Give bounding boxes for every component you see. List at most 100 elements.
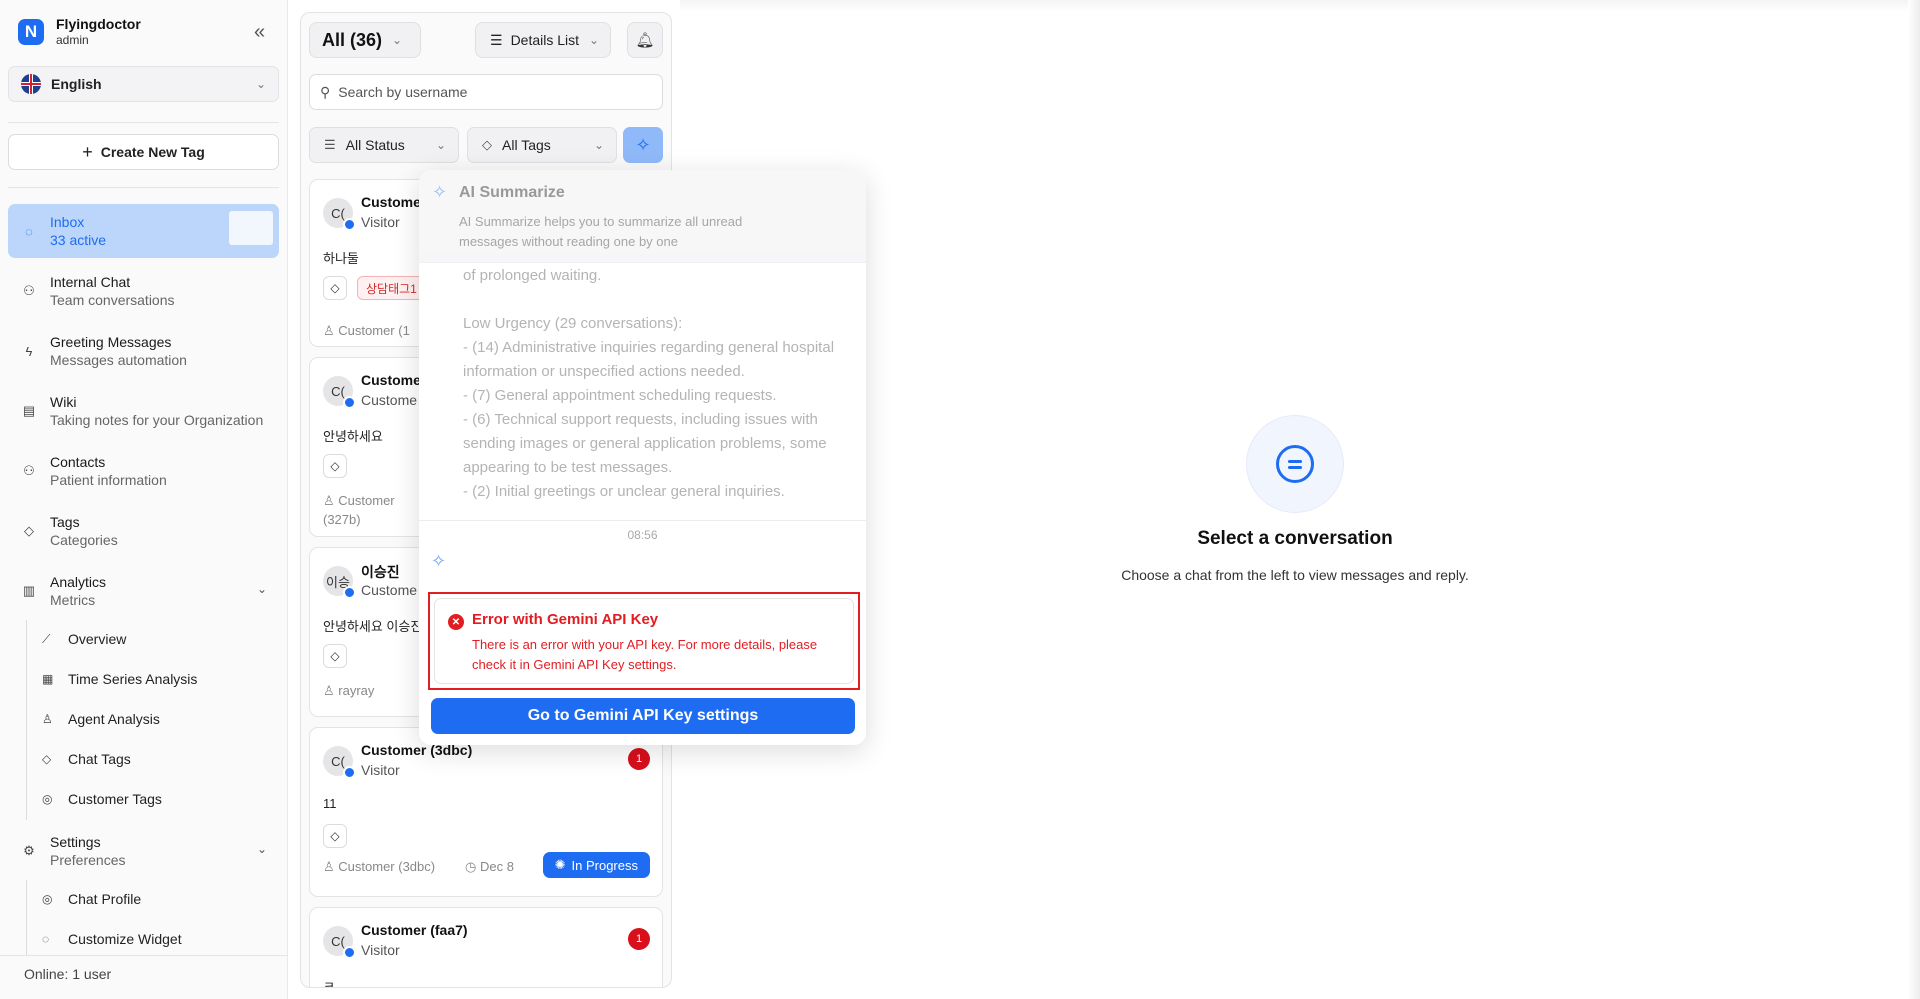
popover-title: AI Summarize <box>459 184 565 201</box>
language-select[interactable]: English ⌄ <box>8 66 279 102</box>
sub-item-overview[interactable]: ⟋ Overview <box>34 623 274 655</box>
add-tag-icon[interactable]: ◇ <box>323 454 347 478</box>
conversation-filter-dropdown[interactable]: All (36) ⌄ <box>309 22 421 58</box>
sparkle-icon: ✧ <box>432 182 448 202</box>
nav-item-tags[interactable]: ◇ Tags Categories <box>8 504 279 558</box>
conversation-date: ◷ Dec 8 <box>465 859 514 874</box>
gear-icon: ⚙ <box>23 843 35 858</box>
unread-count-badge: 1 <box>628 748 650 770</box>
tag-icon: ◇ <box>482 137 492 152</box>
collapse-sidebar-icon[interactable]: « <box>254 22 265 42</box>
ai-summarize-button[interactable]: ✧ <box>623 127 663 163</box>
last-message: 하나둘 <box>323 251 359 266</box>
chevron-down-icon: ⌄ <box>435 138 446 152</box>
chart-icon: ▥ <box>22 583 36 598</box>
chat-bubble-icon <box>1276 445 1314 483</box>
messenger-badge-icon <box>343 766 356 779</box>
search-icon: ⚲ <box>320 83 331 100</box>
last-message: ㅋ <box>323 979 335 988</box>
status-badge[interactable]: ✺ In Progress <box>542 852 650 878</box>
create-new-tag-button[interactable]: + Create New Tag <box>8 134 279 170</box>
customer-role: Custome <box>361 392 418 408</box>
summary-text: of prolonged waiting. Low Urgency (29 co… <box>463 267 835 500</box>
search-input[interactable] <box>338 84 662 100</box>
nav-subtitle: 33 active <box>50 231 107 248</box>
status-filter-dropdown[interactable]: ☰ All Status ⌄ <box>309 127 459 163</box>
nav-title: Tags <box>50 513 80 530</box>
nav-item-internal-chat[interactable]: ⚇ Internal Chat Team conversations <box>8 264 279 318</box>
nav-item-inbox[interactable]: ◌ Inbox 33 active <box>8 204 279 258</box>
nav-subtitle: Categories <box>50 531 118 548</box>
tags-filter-dropdown[interactable]: ◇ All Tags ⌄ <box>467 127 617 163</box>
customer-name: 이승진 <box>361 564 400 580</box>
uk-flag-icon <box>21 74 41 94</box>
sub-item-label: Agent Analysis <box>68 711 160 727</box>
organization-name: Flyingdoctor <box>56 16 141 32</box>
sub-item-label: Overview <box>68 631 127 647</box>
nav-item-wiki[interactable]: ▤ Wiki Taking notes for your Organizatio… <box>8 384 279 438</box>
nav-title: Settings <box>50 833 101 850</box>
sub-item-label: Time Series Analysis <box>68 671 198 687</box>
sub-item-chat-profile[interactable]: ◎ Chat Profile <box>34 883 274 915</box>
error-highlight: ✕ Error with Gemini API Key There is an … <box>428 592 860 690</box>
gemini-api-settings-button[interactable]: Go to Gemini API Key settings <box>431 698 855 734</box>
tag-icon: ◇ <box>24 523 34 538</box>
chevron-down-icon: ⌄ <box>593 138 604 152</box>
nav-item-contacts[interactable]: ⚇ Contacts Patient information <box>8 444 279 498</box>
nav-subtitle: Taking notes for your Organization <box>50 411 264 428</box>
empty-state-illustration <box>1246 415 1344 513</box>
sparkle-icon: ✧ <box>635 134 651 155</box>
sub-item-customer-tags[interactable]: ◎ Customer Tags <box>34 783 274 815</box>
error-title: Error with Gemini API Key <box>472 611 659 628</box>
divider <box>419 520 866 521</box>
sub-item-agent-analysis[interactable]: ♙ Agent Analysis <box>34 703 274 735</box>
conversation-card[interactable]: C( Customer (3dbc) Visitor 1 11 ◇ ♙ Cust… <box>309 727 663 897</box>
avatar: C( <box>323 376 356 409</box>
search-field[interactable]: ⚲ <box>309 74 663 110</box>
assigned-agent: ♙ Customer (3dbc) <box>323 859 436 874</box>
tag-icon: ◇ <box>42 752 52 766</box>
assigned-agent: ♙ Customer (327b) <box>323 493 395 527</box>
error-alert: ✕ Error with Gemini API Key There is an … <box>434 598 854 684</box>
bolt-icon: ϟ <box>25 343 33 359</box>
contacts-icon: ⚇ <box>23 463 35 478</box>
conversation-card[interactable]: C( Customer (faa7) Visitor 1 ㅋ <box>309 907 663 988</box>
customer-name: Customer (faa7) <box>361 922 468 938</box>
tag-pill: 상담태그1 <box>357 276 426 300</box>
filter-lines-icon: ☰ <box>324 137 336 152</box>
customer-role: Visitor <box>361 762 400 778</box>
add-tag-icon[interactable]: ◇ <box>323 824 347 848</box>
view-mode-dropdown[interactable]: ☰ Details List ⌄ <box>475 22 611 58</box>
sub-item-label: Chat Profile <box>68 891 142 907</box>
nav-title: Greeting Messages <box>50 333 172 350</box>
last-message: 안녕하세요 <box>323 429 383 444</box>
nav-item-greeting-messages[interactable]: ϟ Greeting Messages Messages automation <box>8 324 279 378</box>
status-filter-label: All Status <box>345 137 405 153</box>
chevron-down-icon: ⌄ <box>256 582 267 596</box>
avatar: 이승 <box>323 566 356 599</box>
nav-item-settings[interactable]: ⚙ Settings Preferences ⌄ <box>8 824 279 878</box>
sub-item-chat-tags[interactable]: ◇ Chat Tags <box>34 743 274 775</box>
assigned-agent: ♙ rayray <box>323 683 375 698</box>
nav-subtitle: Messages automation <box>50 351 187 368</box>
customer-name: Custome <box>361 194 421 210</box>
add-tag-icon[interactable]: ◇ <box>323 276 347 300</box>
top-bar-fade <box>680 0 1920 12</box>
submenu-line <box>26 880 27 955</box>
nav-subtitle: Team conversations <box>50 291 175 308</box>
nav-item-analytics[interactable]: ▥ Analytics Metrics ⌄ <box>8 564 279 618</box>
add-tag-icon[interactable]: ◇ <box>323 644 347 668</box>
messenger-badge-icon <box>343 946 356 959</box>
notification-button[interactable]: 🔔︎ <box>627 22 663 58</box>
line-chart-icon: ⟋ <box>42 631 51 646</box>
all-count-label: All (36) <box>322 29 383 50</box>
customer-role: Custome <box>361 582 418 598</box>
sub-item-customize-widget[interactable]: ◌ Customize Widget <box>34 923 274 955</box>
widget-icon: ◌ <box>42 932 50 946</box>
nav-subtitle: Metrics <box>50 591 96 608</box>
unread-count-badge: 1 <box>628 928 650 950</box>
calendar-icon: ▦ <box>42 672 54 686</box>
avatar: C( <box>323 746 356 779</box>
sub-item-time-series-analysis[interactable]: ▦ Time Series Analysis <box>34 663 274 695</box>
divider <box>8 187 279 188</box>
